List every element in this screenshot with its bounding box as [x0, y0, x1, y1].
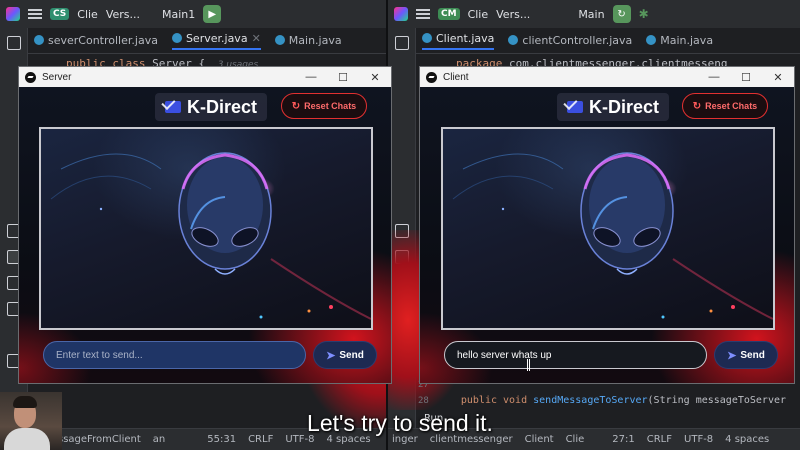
input-placeholder: Enter text to send...	[56, 349, 143, 361]
tab-label: severController.java	[48, 34, 158, 47]
java-file-icon	[508, 35, 519, 45]
vcs-widget[interactable]: Vers...	[496, 8, 530, 21]
send-label: Send	[740, 349, 765, 361]
editor-tabs: Client.java clientController.java Main.j…	[416, 28, 800, 54]
maximize-button[interactable]: ☐	[327, 67, 359, 87]
send-button[interactable]: ➤ Send	[715, 342, 777, 368]
webcam-person-hair	[13, 396, 37, 408]
reset-chats-button[interactable]: ↻ Reset Chats	[682, 93, 768, 119]
project-name[interactable]: Clie	[468, 8, 489, 21]
window-title: Client	[443, 71, 469, 83]
send-label: Send	[339, 349, 364, 361]
project-name[interactable]: Clie	[77, 8, 98, 21]
tab-label: Main.java	[660, 34, 714, 47]
tab-label: Main.java	[288, 34, 342, 47]
text-cursor-icon	[527, 359, 530, 371]
brand-logo: K-Direct	[557, 93, 670, 121]
reset-chats-button[interactable]: ↻ Reset Chats	[281, 93, 367, 119]
code-keyword: public void	[460, 395, 528, 406]
app-body: K-Direct ↻ Reset Chats	[420, 87, 794, 383]
project-badge[interactable]: CM	[438, 8, 460, 20]
tab-clientcontroller[interactable]: clientController.java	[508, 34, 632, 47]
java-file-icon	[171, 32, 182, 43]
main-menu-icon[interactable]	[28, 9, 42, 19]
minimize-button[interactable]: —	[295, 67, 327, 87]
close-button[interactable]: ✕	[762, 67, 794, 87]
refresh-icon: ↻	[692, 100, 702, 112]
debug-icon[interactable]: ✱	[639, 7, 649, 21]
tab-main[interactable]: Main.java	[274, 34, 342, 47]
messenger-icon	[426, 71, 437, 83]
tab-severcontroller[interactable]: severController.java	[34, 34, 158, 47]
envelope-icon	[165, 101, 181, 113]
alien-head-wallpaper	[452, 152, 773, 320]
project-icon[interactable]	[395, 36, 409, 50]
reset-chats-label: Reset Chats	[705, 101, 758, 111]
brand-name: K-Direct	[589, 96, 660, 117]
code-line-method[interactable]: 28 public void sendMessageToServer(Strin…	[418, 395, 800, 406]
alien-head-wallpaper	[50, 152, 371, 320]
run-icon[interactable]: ▶	[203, 5, 222, 23]
editor-tabs: severController.java Server.java ✕ Main.j…	[28, 28, 386, 54]
project-icon[interactable]	[7, 36, 21, 50]
vcs-widget[interactable]: Vers...	[106, 8, 140, 21]
server-app-window: Server — ☐ ✕ K-Direct ↻ Reset Chats Ente…	[18, 66, 392, 384]
brand-logo: K-Direct	[155, 93, 268, 121]
brand-name: K-Direct	[187, 96, 258, 117]
main-menu-icon[interactable]	[416, 9, 430, 19]
chat-display-area[interactable]	[441, 127, 775, 330]
intellij-logo-icon	[394, 7, 408, 21]
window-title: Server	[42, 71, 72, 83]
input-value: hello server whats up	[457, 349, 552, 361]
messenger-icon	[25, 71, 36, 83]
video-subtitle: Let's try to send it.	[307, 410, 493, 436]
project-badge[interactable]: CS	[50, 8, 70, 20]
run-config-selector[interactable]: Main	[578, 8, 604, 21]
minimize-button[interactable]: —	[698, 67, 730, 87]
reset-chats-label: Reset Chats	[304, 101, 357, 111]
tab-server[interactable]: Server.java ✕	[171, 31, 261, 50]
chat-display-area[interactable]	[39, 127, 373, 330]
paper-plane-icon: ➤	[727, 349, 737, 362]
refresh-icon: ↻	[291, 100, 301, 112]
run-icon[interactable]: ↻	[612, 5, 631, 23]
run-config-selector[interactable]: Main1	[162, 8, 195, 21]
window-titlebar[interactable]: Client — ☐ ✕	[420, 67, 794, 87]
java-file-icon	[646, 35, 657, 45]
code-method: sendMessageToServer	[533, 395, 648, 406]
paper-plane-icon: ➤	[326, 349, 336, 362]
client-app-window: Client — ☐ ✕ K-Direct ↻ Reset Chats hell…	[419, 66, 795, 384]
maximize-button[interactable]: ☐	[730, 67, 762, 87]
line-number: 28	[418, 396, 429, 406]
code-args: (String messageToServer	[647, 395, 787, 406]
tab-label: Server.java	[185, 31, 248, 45]
intellij-logo-icon	[6, 7, 20, 21]
message-input[interactable]: Enter text to send...	[43, 341, 306, 369]
tab-main[interactable]: Main.java	[646, 34, 713, 47]
tab-label: clientController.java	[522, 34, 633, 47]
tab-client[interactable]: Client.java	[422, 31, 495, 50]
window-titlebar[interactable]: Server — ☐ ✕	[19, 67, 391, 87]
tab-label: Client.java	[436, 31, 495, 45]
close-button[interactable]: ✕	[359, 67, 391, 87]
ide-toolbar: CS Clie Vers... Main1 ▶	[0, 0, 386, 28]
send-button[interactable]: ➤ Send	[314, 342, 376, 368]
close-tab-icon[interactable]: ✕	[252, 32, 261, 45]
java-file-icon	[274, 35, 285, 45]
java-file-icon	[34, 35, 44, 45]
ide-toolbar: CM Clie Vers... Main ↻ ✱	[388, 0, 800, 28]
app-body: K-Direct ↻ Reset Chats	[19, 87, 391, 383]
envelope-icon	[567, 101, 583, 113]
message-input[interactable]: hello server whats up	[444, 341, 707, 369]
java-file-icon	[422, 32, 432, 43]
